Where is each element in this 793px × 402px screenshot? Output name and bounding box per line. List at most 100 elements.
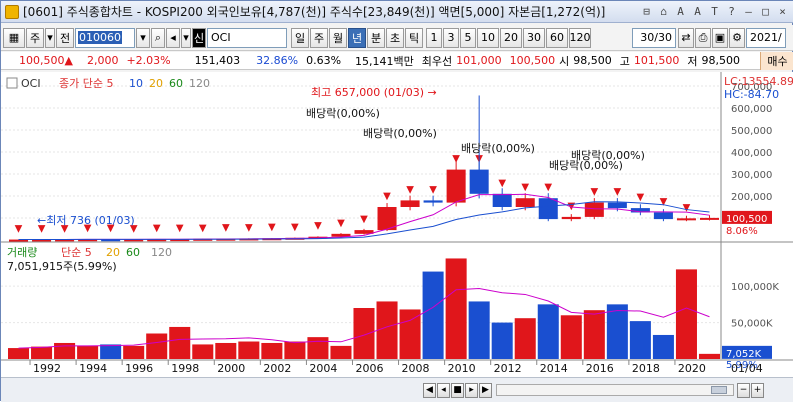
dividend-arrow: ▼ xyxy=(637,192,645,203)
volume-bar xyxy=(330,345,352,359)
zoom-icon[interactable]: ⇄ xyxy=(678,27,694,48)
xaxis-label: 2000 xyxy=(217,362,245,375)
dropdown-icon[interactable]: ▾ xyxy=(45,27,55,48)
interval-5[interactable]: 5 xyxy=(460,27,476,48)
scroll-next-icon[interactable]: ▸ xyxy=(465,382,478,398)
scroll-last-icon[interactable]: ▶ xyxy=(479,382,492,398)
bottom-bar: ◀ ◂ ■ ▸ ▶ − + xyxy=(1,377,793,402)
dividend-arrow: ▼ xyxy=(429,184,437,195)
interval-120[interactable]: 120 xyxy=(569,27,591,48)
window-button-3[interactable]: A xyxy=(690,4,705,19)
bar-count-field[interactable]: 30/30 xyxy=(632,27,676,48)
code-dropdown-icon[interactable]: ▾ xyxy=(136,27,150,48)
dividend-arrow: ▼ xyxy=(337,218,345,229)
volume-axis-label: 50,000K xyxy=(731,319,773,330)
volume-bar xyxy=(652,334,674,359)
whole-button[interactable]: 전 xyxy=(56,27,74,48)
interval-10[interactable]: 10 xyxy=(477,27,499,48)
stock-name-field[interactable]: OCI xyxy=(207,27,287,48)
stock-name-label: OCI xyxy=(21,77,41,90)
volume-bar xyxy=(698,353,720,359)
timeframe-5[interactable]: 초 xyxy=(386,27,404,48)
scroll-thumb[interactable] xyxy=(711,386,727,394)
window-title: [0601] 주식종합차트 - KOSPI200 외국인보유[4,787(천)]… xyxy=(23,5,606,19)
layout-icon[interactable]: ▦ xyxy=(3,27,25,48)
dividend-arrow: ▼ xyxy=(245,222,253,233)
window-button-4[interactable]: T xyxy=(707,4,722,19)
title-bar: [0601] 주식종합차트 - KOSPI200 외국인보유[4,787(천)]… xyxy=(1,1,793,23)
volume-value: 151,403 xyxy=(194,54,241,67)
timeframe-1[interactable]: 주 xyxy=(310,27,328,48)
candle-body xyxy=(699,217,719,220)
price-volume-chart: 700,000600,000500,000400,000300,000200,0… xyxy=(1,72,793,375)
xaxis-label: 2008 xyxy=(402,362,430,375)
save-icon[interactable]: ▣ xyxy=(712,27,728,48)
gear-icon[interactable]: ⚙ xyxy=(729,27,745,48)
print-icon[interactable]: ⎙ xyxy=(695,27,711,48)
xaxis-label: 1992 xyxy=(33,362,61,375)
stop-icon[interactable]: ■ xyxy=(451,382,464,398)
xaxis-label: 1994 xyxy=(79,362,107,375)
volume-bar xyxy=(77,345,99,359)
zoom-out-icon[interactable]: − xyxy=(737,382,750,398)
timeframe-0[interactable]: 일 xyxy=(291,27,309,48)
volume-bar xyxy=(307,337,329,359)
interval-20[interactable]: 20 xyxy=(500,27,522,48)
volume-ma-legend-60: 60 xyxy=(126,246,140,259)
volume-bar xyxy=(629,321,651,359)
window-button-0[interactable]: ⊟ xyxy=(639,4,654,19)
volume-bar xyxy=(215,342,237,359)
timeframe-3[interactable]: 년 xyxy=(348,27,366,48)
volume-ma-legend-20: 20 xyxy=(106,246,120,259)
scroll-prev-icon[interactable]: ◂ xyxy=(437,382,450,398)
xaxis-label: 2012 xyxy=(494,362,522,375)
window-button-1[interactable]: ⌂ xyxy=(656,4,671,19)
interval-1[interactable]: 1 xyxy=(426,27,442,48)
open-label: 시 xyxy=(559,54,570,68)
stock-code-input[interactable]: 010060 xyxy=(75,27,135,48)
dividend-label: 배당락(0,00%) xyxy=(549,159,623,172)
volume-pct: 0.63% xyxy=(306,54,342,67)
timeframe-6[interactable]: 틱 xyxy=(405,27,423,48)
date-field[interactable]: 2021/ xyxy=(746,27,786,48)
chart-area[interactable]: 700,000 600,000 500,000 400,000 300,000 200,0… xyxy=(1,72,793,377)
volume-bar xyxy=(100,344,122,359)
xaxis-label: 2010 xyxy=(448,362,476,375)
window-button-6[interactable]: – xyxy=(741,4,756,19)
high-label: 고 xyxy=(619,54,630,68)
interval-60[interactable]: 60 xyxy=(546,27,568,48)
window-button-2[interactable]: A xyxy=(673,4,688,19)
buy-button[interactable]: 매수 xyxy=(760,52,793,70)
dividend-arrow: ▼ xyxy=(360,214,368,225)
scroll-first-icon[interactable]: ◀ xyxy=(423,382,436,398)
sound-dropdown-icon[interactable]: ▾ xyxy=(181,27,191,48)
zoom-in-icon[interactable]: + xyxy=(751,382,764,398)
xaxis-label: 2018 xyxy=(632,362,660,375)
volume-bar xyxy=(422,271,444,359)
interval-3[interactable]: 3 xyxy=(443,27,459,48)
volume-axis-label: 100,000K xyxy=(731,282,779,293)
open-price: 98,500 xyxy=(573,54,612,67)
current-price: 100,500 xyxy=(19,54,65,67)
search-icon[interactable]: ⌕ xyxy=(151,27,165,48)
period-button-week[interactable]: 주 xyxy=(26,27,44,48)
volume-bar xyxy=(146,333,168,359)
volume-bar xyxy=(353,308,375,359)
candle-body xyxy=(469,169,489,194)
volume-current-label: 7,052K xyxy=(726,349,762,360)
window-button-8[interactable]: × xyxy=(775,4,790,19)
timeframe-4[interactable]: 분 xyxy=(367,27,385,48)
volume-bar xyxy=(514,318,536,359)
window-button-5[interactable]: ? xyxy=(724,4,739,19)
chart-scrollbar[interactable] xyxy=(496,384,734,396)
timeframe-2[interactable]: 월 xyxy=(329,27,347,48)
interval-30[interactable]: 30 xyxy=(523,27,545,48)
interval-group: 1 3 5 10 20 30 60 120 xyxy=(426,27,592,48)
ma-legend-60: 60 xyxy=(169,77,183,90)
volume-bar xyxy=(54,342,76,359)
price-axis-label: 600,000 xyxy=(731,104,772,115)
volume-bar xyxy=(261,342,283,359)
sound-icon[interactable]: ◂ xyxy=(166,27,180,48)
window-button-7[interactable]: □ xyxy=(758,4,773,19)
candle-body xyxy=(400,200,420,207)
